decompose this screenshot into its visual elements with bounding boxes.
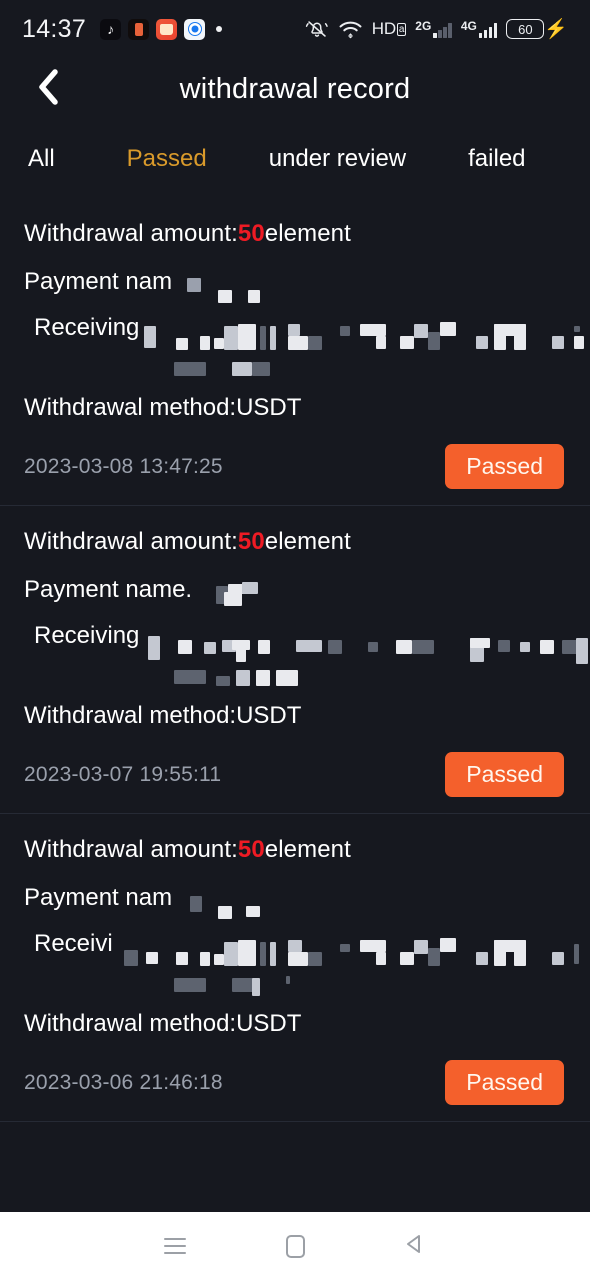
payment-name-field: Payment nam bbox=[24, 884, 566, 919]
browser-app-icon bbox=[184, 18, 206, 40]
status-clock: 14:37 bbox=[22, 14, 87, 43]
camera-app-icon bbox=[156, 18, 178, 40]
charging-bolt-icon: ⚡ bbox=[544, 18, 568, 40]
redacted-receiving-address bbox=[178, 640, 192, 654]
signal-bars-4g bbox=[478, 23, 498, 38]
amount-value: 50 bbox=[237, 528, 265, 555]
payment-name-label: Payment nam bbox=[24, 884, 173, 911]
amount-unit: element bbox=[264, 836, 351, 863]
tiktok-icon bbox=[100, 18, 122, 40]
notification-dot bbox=[216, 26, 223, 32]
method-label: Withdrawal method: bbox=[24, 1010, 237, 1037]
chevron-left-icon bbox=[35, 67, 61, 112]
withdrawal-amount: Withdrawal amount:50element bbox=[24, 528, 566, 556]
payment-name-field: Payment nam bbox=[24, 268, 566, 303]
amount-label: Withdrawal amount: bbox=[24, 528, 238, 555]
notes-app-icon bbox=[128, 18, 150, 40]
hd-voice-icon: HD a bbox=[371, 19, 407, 38]
back-button[interactable] bbox=[26, 67, 70, 111]
withdrawal-amount: Withdrawal amount:50element bbox=[24, 836, 566, 864]
receiving-address-field: Receiving bbox=[24, 622, 588, 694]
tab-under-review[interactable]: under review bbox=[269, 145, 406, 173]
record-footer: 2023-03-08 13:47:25 Passed bbox=[24, 444, 566, 489]
recents-icon bbox=[164, 1238, 186, 1254]
status-badge[interactable]: Passed bbox=[445, 444, 564, 489]
tab-passed[interactable]: Passed bbox=[127, 145, 207, 173]
table-row[interactable]: Withdrawal amount:50element Payment name… bbox=[0, 505, 590, 813]
status-badge[interactable]: Passed bbox=[445, 752, 564, 797]
signal-4g-indicator: 4G bbox=[461, 20, 498, 38]
mute-bell-icon bbox=[305, 19, 329, 39]
filter-tabs: All Passed under review failed bbox=[0, 120, 590, 198]
amount-label: Withdrawal amount: bbox=[24, 836, 238, 863]
record-footer: 2023-03-07 19:55:11 Passed bbox=[24, 752, 566, 797]
amount-unit: element bbox=[264, 528, 351, 555]
app-header: withdrawal record bbox=[0, 58, 590, 120]
method-value: USDT bbox=[236, 394, 302, 421]
status-right-icons: HD a 2G 4G 60 ⚡ bbox=[305, 19, 568, 39]
amount-value: 50 bbox=[237, 836, 265, 863]
record-timestamp: 2023-03-08 13:47:25 bbox=[24, 454, 223, 478]
withdrawal-record-list: Withdrawal amount:50element Payment nam … bbox=[0, 198, 590, 1122]
wifi-icon bbox=[338, 19, 363, 39]
withdrawal-method: Withdrawal method:USDT bbox=[24, 1010, 566, 1038]
signal-bars-2g bbox=[433, 23, 452, 38]
home-button[interactable] bbox=[235, 1212, 355, 1280]
redacted-receiving-address bbox=[144, 326, 156, 348]
redacted-payment-name bbox=[190, 896, 202, 912]
amount-value: 50 bbox=[237, 220, 265, 247]
record-timestamp: 2023-03-07 19:55:11 bbox=[24, 762, 222, 786]
table-row[interactable]: Withdrawal amount:50element Payment nam … bbox=[0, 198, 590, 505]
amount-unit: element bbox=[264, 220, 351, 247]
android-nav-bar bbox=[0, 1212, 590, 1280]
receiving-address-field: Receiving bbox=[24, 314, 584, 386]
status-app-icons bbox=[100, 18, 223, 40]
status-badge[interactable]: Passed bbox=[445, 1060, 564, 1105]
method-value: USDT bbox=[236, 1010, 302, 1037]
method-label: Withdrawal method: bbox=[24, 702, 237, 729]
status-bar: 14:37 ♪ HD a 2G 4G 60 ⚡ bbox=[0, 0, 590, 58]
receiving-address-label: Receivi bbox=[34, 930, 113, 957]
receiving-address-label: Receiving bbox=[34, 314, 140, 341]
record-footer: 2023-03-06 21:46:18 Passed bbox=[24, 1060, 566, 1105]
receiving-address-label: Receiving bbox=[34, 622, 140, 649]
list-divider bbox=[0, 1121, 590, 1122]
withdrawal-method: Withdrawal method:USDT bbox=[24, 394, 566, 422]
receiving-address-field: Receivi bbox=[24, 930, 579, 1002]
back-triangle-icon bbox=[403, 1232, 427, 1261]
table-row[interactable]: Withdrawal amount:50element Payment nam … bbox=[0, 813, 590, 1121]
tab-all[interactable]: All bbox=[28, 145, 55, 173]
withdrawal-method: Withdrawal method:USDT bbox=[24, 702, 566, 730]
method-value: USDT bbox=[236, 702, 302, 729]
tab-failed[interactable]: failed bbox=[468, 145, 525, 173]
battery-indicator: 60 ⚡ bbox=[506, 19, 568, 39]
record-timestamp: 2023-03-06 21:46:18 bbox=[24, 1070, 223, 1094]
redacted-payment-name bbox=[187, 278, 201, 292]
phone-screen: 14:37 ♪ HD a 2G 4G 60 ⚡ withdrawal recor… bbox=[0, 0, 590, 1280]
payment-name-label: Payment nam bbox=[24, 268, 173, 295]
withdrawal-amount: Withdrawal amount:50element bbox=[24, 220, 566, 248]
battery-level: 60 bbox=[518, 21, 533, 37]
payment-name-label: Payment name. bbox=[24, 576, 193, 603]
redacted-receiving-address bbox=[146, 952, 158, 964]
recents-button[interactable] bbox=[115, 1212, 235, 1280]
page-title: withdrawal record bbox=[179, 72, 411, 105]
home-icon bbox=[285, 1234, 305, 1258]
back-nav-button[interactable] bbox=[355, 1212, 475, 1280]
amount-label: Withdrawal amount: bbox=[24, 220, 238, 247]
method-label: Withdrawal method: bbox=[24, 394, 237, 421]
payment-name-field: Payment name. bbox=[24, 576, 566, 610]
signal-2g-indicator: 2G bbox=[415, 20, 452, 38]
